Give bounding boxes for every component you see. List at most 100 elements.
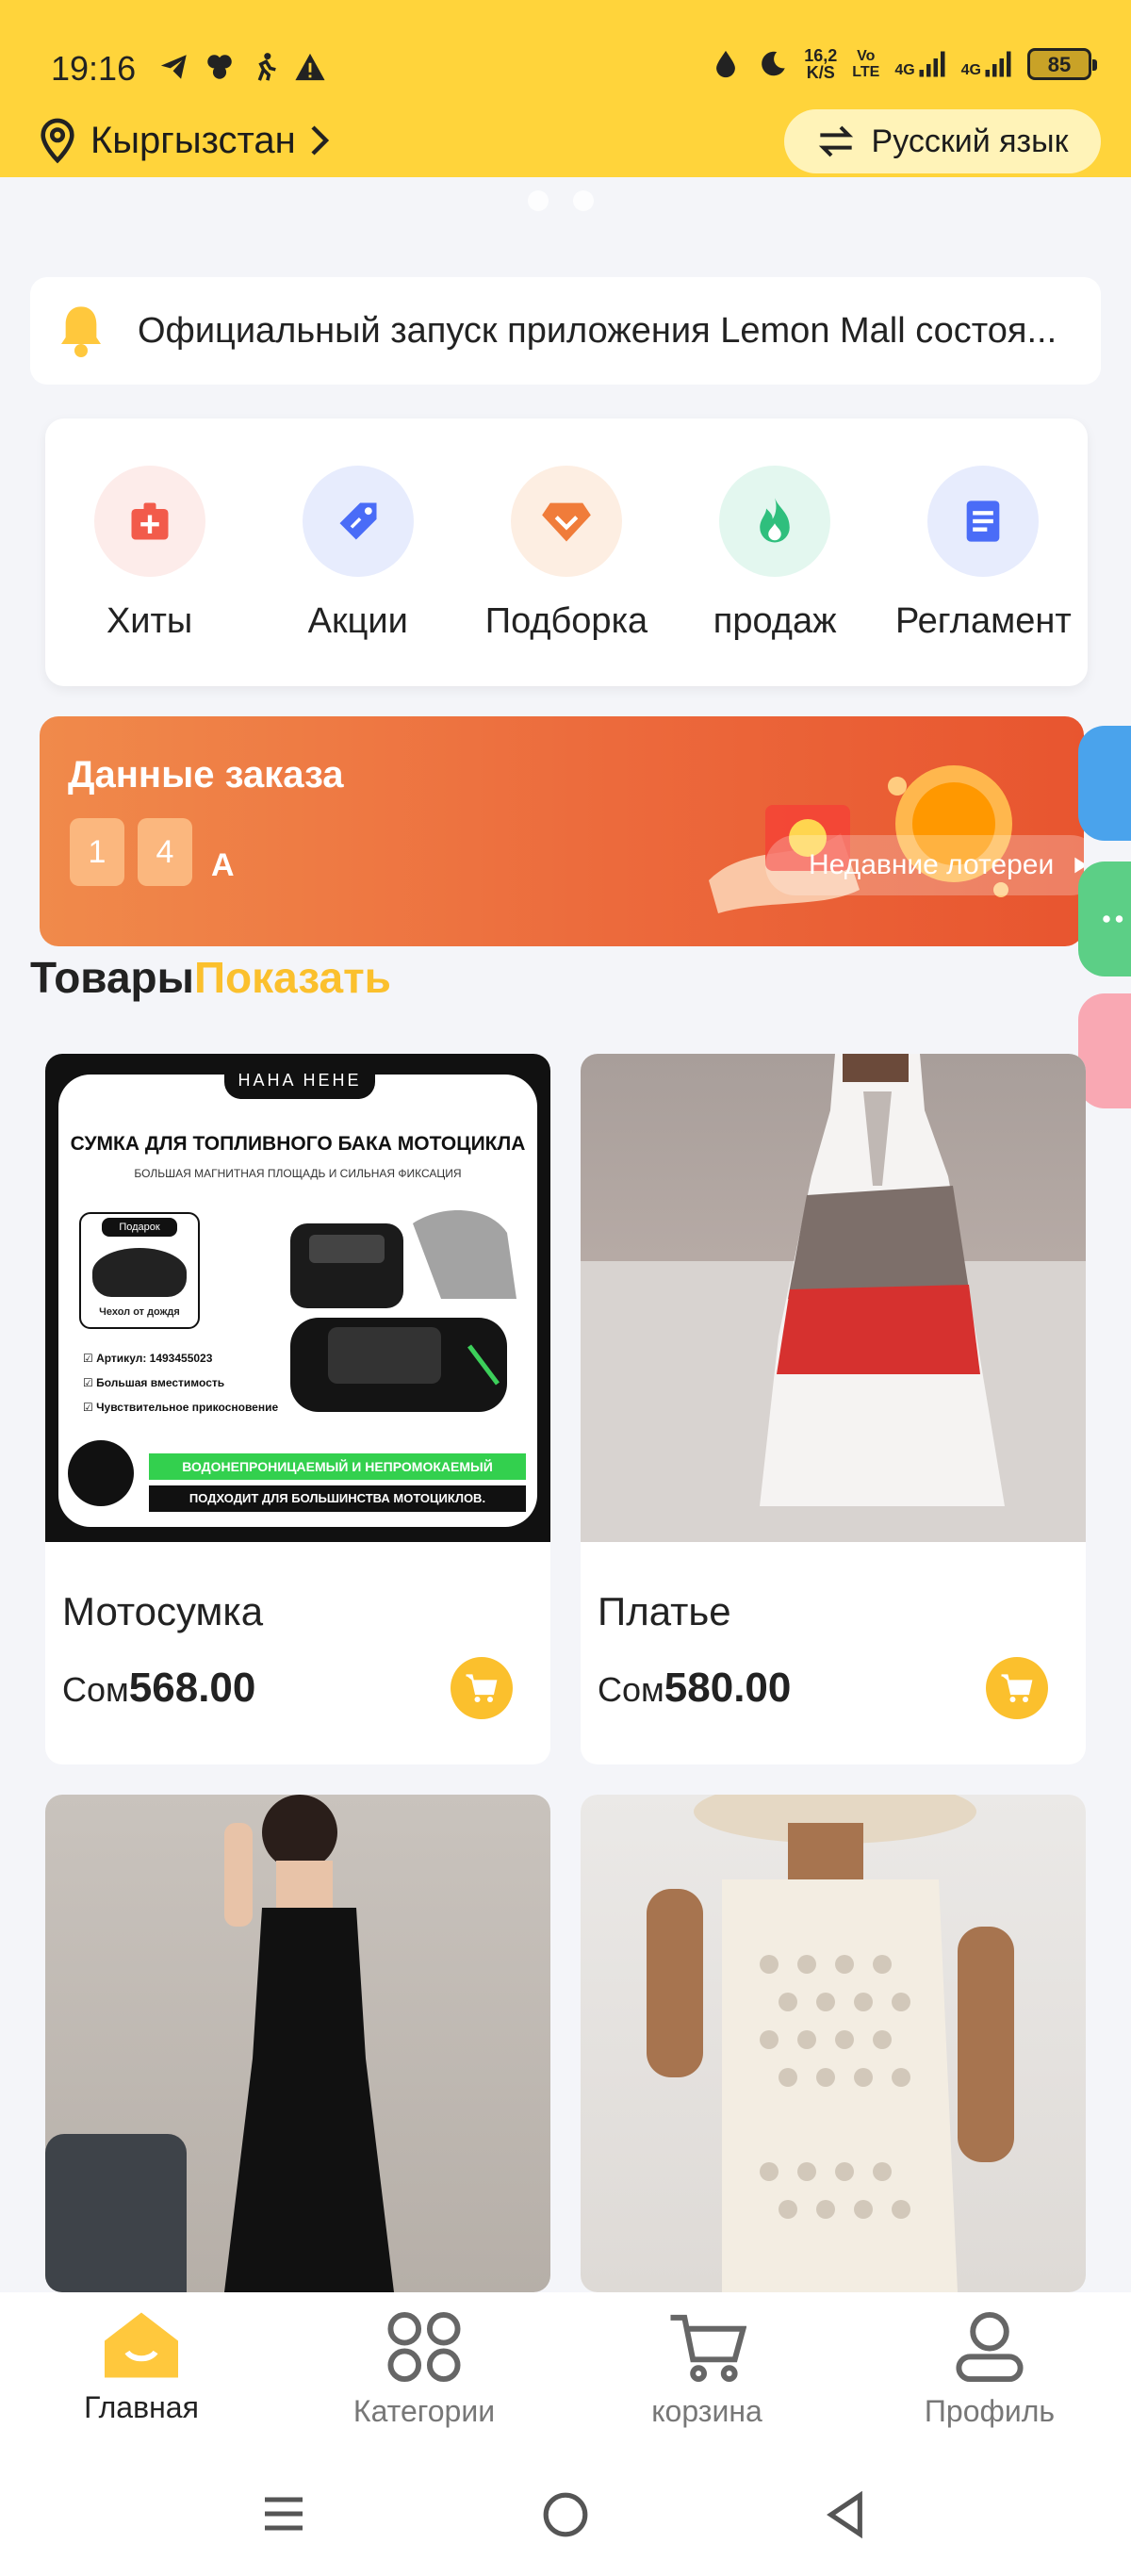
quick-item-label: Регламент <box>894 601 1072 641</box>
profile-icon <box>956 2311 1024 2383</box>
product-image <box>581 1795 1086 2292</box>
checkbox-icon: ☑ <box>83 1376 97 1389</box>
first-aid-icon <box>93 466 205 577</box>
product-image-green-banner: ВОДОНЕПРОНИЦАЕМЫЙ И НЕПРОМОКАЕМЫЙ <box>149 1453 526 1480</box>
quick-item-promotions[interactable]: Акции <box>259 466 457 686</box>
quick-item-sales[interactable]: продаж <box>676 466 874 686</box>
dress-illustration <box>760 1054 1005 1506</box>
location-pin-icon <box>41 118 74 164</box>
chair-shape <box>45 2134 187 2292</box>
cart-icon <box>1001 1674 1033 1702</box>
net-speed-unit: K/S <box>806 63 835 82</box>
order-digit: 1 <box>70 818 124 886</box>
swap-icon <box>818 125 853 157</box>
volte-bottom: LTE <box>852 64 880 80</box>
region-selector[interactable]: Кыргызстан <box>36 117 330 164</box>
checkbox-icon: ☑ <box>83 1352 97 1365</box>
quick-item-rules[interactable]: Регламент <box>884 466 1082 686</box>
net-speed: 16,2 K/S <box>804 47 837 81</box>
status-icons-left <box>158 51 326 83</box>
nav-cart[interactable]: корзина <box>584 2309 829 2429</box>
product-price: Сом580.00 <box>598 1665 791 1712</box>
language-label: Русский язык <box>871 123 1069 159</box>
moon-icon <box>762 51 785 76</box>
more-dots-icon <box>1103 915 1123 923</box>
status-icons-right: 16,2 K/S Vo LTE 4G 4G 85 <box>710 47 1097 81</box>
product-image-sub: БОЛЬШАЯ МАГНИТНАЯ ПЛОЩАДЬ И СИЛЬНАЯ ФИКС… <box>134 1167 462 1180</box>
panda-logo <box>68 1440 134 1506</box>
product-card[interactable] <box>581 1795 1086 2292</box>
product-card[interactable] <box>45 1795 550 2292</box>
status-time: 19:16 <box>51 49 137 88</box>
nav-home[interactable]: Главная <box>19 2309 264 2425</box>
add-to-cart-button[interactable] <box>986 1657 1048 1719</box>
quick-item-selection[interactable]: Подборка <box>467 466 665 686</box>
price-currency: Сом <box>62 1670 129 1709</box>
price-value: 568.00 <box>128 1665 256 1711</box>
nav-categories[interactable]: Категории <box>302 2309 547 2429</box>
diamond-icon <box>510 466 622 577</box>
net-speed-value: 16,2 <box>804 46 838 65</box>
products-heading: ТоварыПоказать <box>30 952 391 1003</box>
back-triangle-icon[interactable] <box>824 2490 867 2539</box>
battery-level: 85 <box>1047 53 1072 76</box>
cart-icon <box>670 2314 746 2383</box>
home-circle-icon[interactable] <box>541 2490 590 2539</box>
home-icon <box>105 2312 178 2378</box>
carousel-dots <box>528 190 594 211</box>
signal-1-label: 4G <box>894 62 915 78</box>
signal-2-label: 4G <box>960 62 981 78</box>
product-card[interactable]: Платье Сом580.00 <box>581 1054 1086 1764</box>
black-dress-illustration <box>224 1795 394 2292</box>
product-name: Платье <box>598 1589 731 1633</box>
region-label: Кыргызстан <box>90 119 296 161</box>
announcement-bar[interactable]: Официальный запуск приложения Lemon Mall… <box>30 277 1101 385</box>
feature-3: ☑ Чувствительное прикосновение <box>83 1395 278 1419</box>
show-all-link[interactable]: Показать <box>194 953 391 1002</box>
side-float-ad-icon[interactable] <box>1078 993 1131 1108</box>
price-currency: Сом <box>598 1670 664 1709</box>
quick-item-hits[interactable]: Хиты <box>51 466 249 686</box>
top-header: 19:16 16,2 K/S Vo LTE 4G 4G 85 Кыргызста… <box>0 0 1131 177</box>
nav-label: Категории <box>352 2394 496 2428</box>
carousel-dot[interactable] <box>528 190 549 211</box>
gift-label: Подарок <box>102 1218 177 1237</box>
feature-text: Большая вместимость <box>96 1376 225 1389</box>
quick-item-label: Акции <box>307 601 408 641</box>
drop-icon <box>716 50 736 78</box>
nav-label: корзина <box>651 2394 762 2428</box>
order-data-banner[interactable]: Данные заказа 1 4 A Недавние лотереи <box>40 716 1084 946</box>
product-card[interactable]: HAHA HEHE СУМКА ДЛЯ ТОПЛИВНОГО БАКА МОТО… <box>45 1054 550 1764</box>
nav-label: Главная <box>84 2390 199 2424</box>
rain-cover-label: Чехол от дождя <box>99 1306 180 1318</box>
products-title: Товары <box>30 953 194 1002</box>
recent-lotteries-button[interactable]: Недавние лотереи <box>765 835 1084 895</box>
nav-profile[interactable]: Профиль <box>867 2309 1112 2429</box>
menu-icon[interactable] <box>260 2490 307 2537</box>
clover-icon <box>207 55 232 79</box>
product-image-features: ☑ Артикул: 1493455023 ☑ Большая вместимо… <box>83 1346 278 1419</box>
language-button[interactable]: Русский язык <box>784 109 1101 173</box>
battery-indicator: 85 <box>1027 48 1097 80</box>
product-image-bottom-banner: ПОДХОДИТ ДЛЯ БОЛЬШИНСТВА МОТОЦИКЛОВ. <box>149 1485 526 1512</box>
side-float-chat-icon[interactable] <box>1078 861 1131 976</box>
side-float-app-icon[interactable] <box>1078 726 1131 841</box>
product-image <box>581 1054 1086 1542</box>
product-price: Сом568.00 <box>62 1665 255 1712</box>
runner-icon <box>257 53 276 81</box>
order-digit: 4 <box>138 818 192 886</box>
quick-item-label: продаж <box>713 601 837 641</box>
add-to-cart-button[interactable] <box>451 1657 513 1719</box>
nav-label: Профиль <box>924 2394 1056 2428</box>
price-value: 580.00 <box>664 1665 792 1711</box>
categories-icon <box>387 2311 461 2383</box>
signal-2: 4G <box>961 50 1012 78</box>
feature-text: Артикул: 1493455023 <box>96 1352 213 1365</box>
product-image-headline: СУМКА ДЛЯ ТОПЛИВНОГО БАКА МОТОЦИКЛА <box>70 1133 526 1155</box>
flame-icon <box>719 466 831 577</box>
carousel-dot[interactable] <box>573 190 594 211</box>
feature-text: Чувствительное прикосновение <box>96 1401 279 1414</box>
volte-top: Vo <box>857 48 876 64</box>
bottom-navigation: Главная Категории корзина Профиль <box>0 2292 1131 2453</box>
product-image <box>45 1795 550 2292</box>
